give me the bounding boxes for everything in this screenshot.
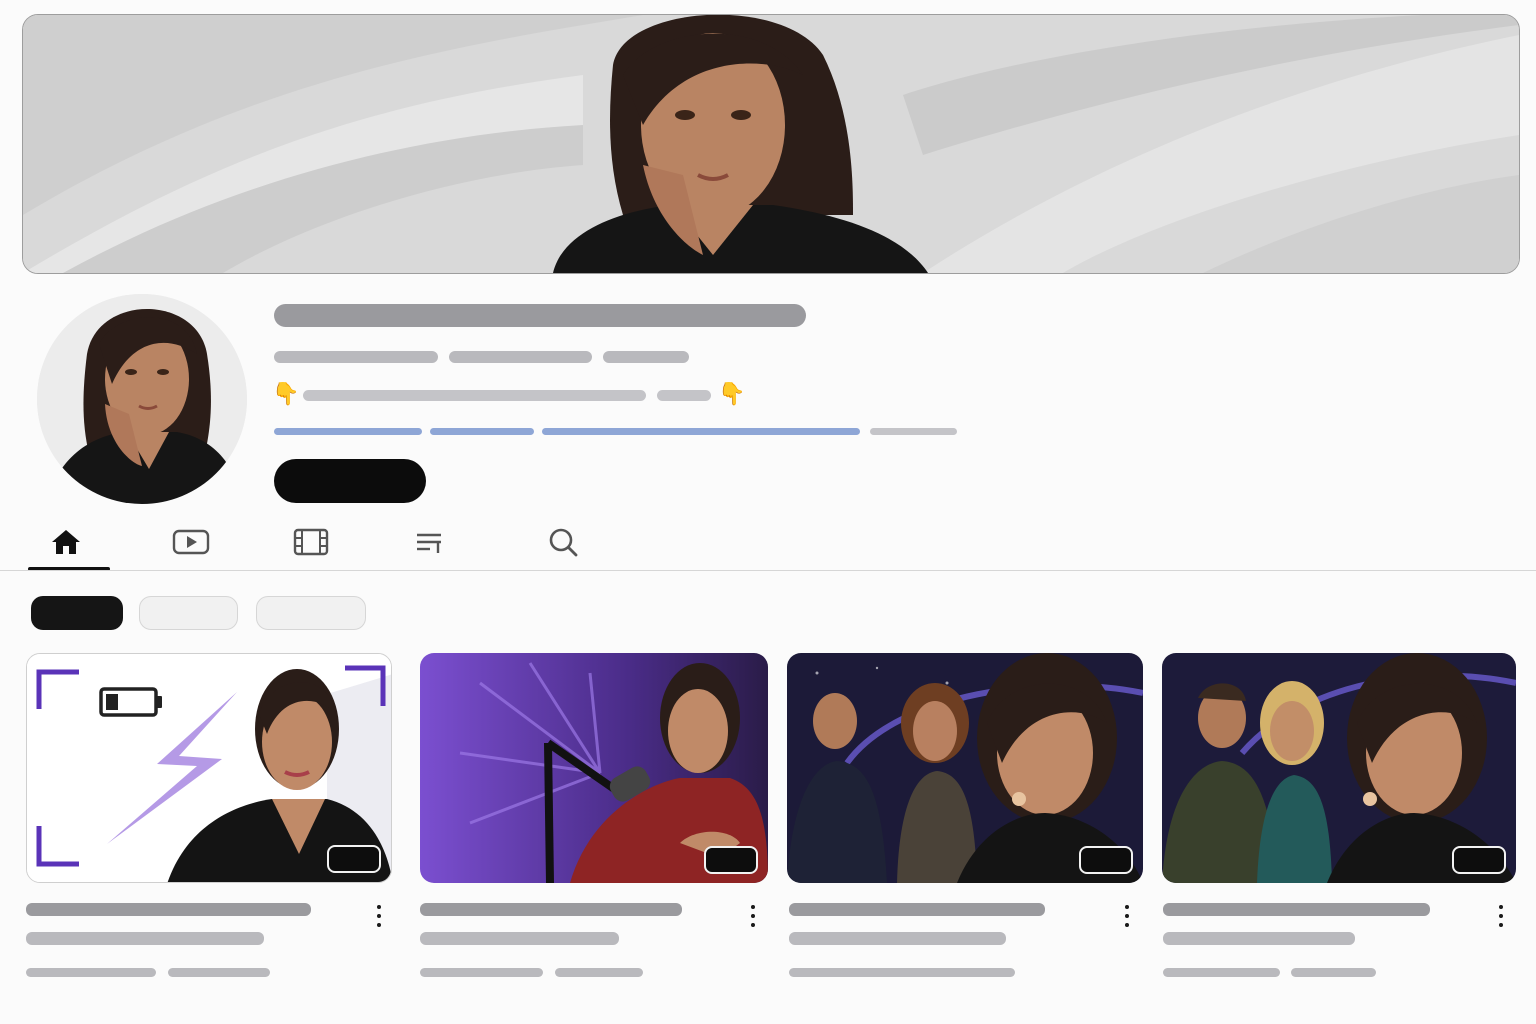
tab-search[interactable] (524, 520, 604, 564)
search-icon (549, 528, 578, 557)
channel-link-segment[interactable] (542, 428, 860, 435)
more-options-icon[interactable] (747, 903, 759, 929)
video-title-line2[interactable] (420, 932, 619, 945)
video-title[interactable] (1163, 903, 1430, 916)
duration-badge (1079, 846, 1133, 874)
filter-chip[interactable] (256, 596, 366, 630)
videos-icon (172, 529, 210, 555)
channel-description[interactable] (303, 390, 646, 401)
duration-badge (1452, 846, 1506, 874)
tab-playlists[interactable] (390, 520, 470, 564)
more-options-icon[interactable] (1495, 903, 1507, 929)
banner-artwork (23, 15, 1519, 273)
video-title[interactable] (789, 903, 1045, 916)
more-links[interactable] (870, 428, 957, 435)
home-icon (52, 530, 80, 554)
channel-banner (22, 14, 1520, 274)
channel-link[interactable] (274, 428, 422, 435)
channel-handle (274, 351, 438, 363)
filter-chip[interactable] (139, 596, 238, 630)
avatar-portrait (37, 294, 247, 504)
pointing-down-icon: 👇 (718, 381, 746, 406)
more-options-icon[interactable] (373, 903, 385, 929)
tab-home[interactable] (26, 520, 106, 564)
video-title[interactable] (420, 903, 682, 916)
channel-avatar[interactable] (37, 294, 247, 504)
subscribe-button[interactable] (274, 459, 426, 503)
video-views (789, 968, 1015, 977)
video-title-line2[interactable] (1163, 932, 1355, 945)
tab-shorts[interactable] (271, 520, 351, 564)
duration-badge (704, 846, 758, 874)
tab-videos[interactable] (151, 520, 231, 564)
video-views (420, 968, 543, 977)
video-age (168, 968, 270, 977)
video-title[interactable] (26, 903, 311, 916)
video-title-line2[interactable] (789, 932, 1006, 945)
video-thumbnail[interactable] (787, 653, 1143, 883)
description-more[interactable] (657, 390, 711, 401)
video-thumbnail[interactable] (26, 653, 392, 883)
channel-name (274, 304, 806, 327)
subscriber-count (449, 351, 592, 363)
video-title-line2[interactable] (26, 932, 264, 945)
pointing-down-icon: 👇 (272, 381, 300, 406)
video-age (555, 968, 643, 977)
channel-link-segment[interactable] (430, 428, 534, 435)
video-thumbnail[interactable] (1162, 653, 1516, 883)
shorts-film-icon (293, 528, 329, 556)
filter-chip-selected[interactable] (31, 596, 123, 630)
tabs-divider (0, 570, 1536, 571)
duration-badge (327, 845, 381, 873)
playlists-icon (417, 533, 441, 553)
video-views (26, 968, 156, 977)
video-views (1163, 968, 1280, 977)
video-count (603, 351, 689, 363)
video-age (1291, 968, 1376, 977)
more-options-icon[interactable] (1121, 903, 1133, 929)
video-thumbnail[interactable] (420, 653, 768, 883)
